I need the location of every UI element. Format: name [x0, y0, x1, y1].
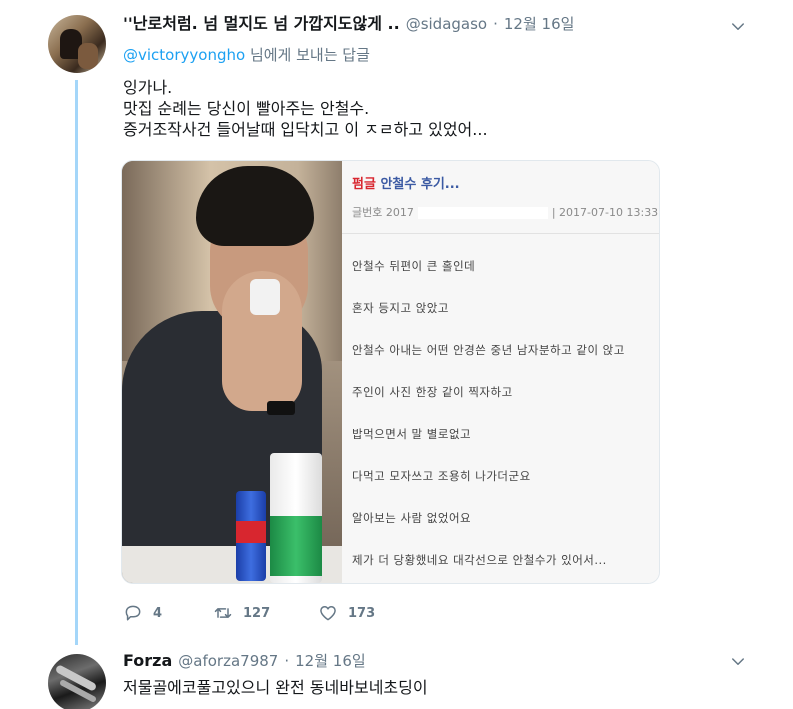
- separator-dot: ·: [493, 15, 498, 33]
- post-line: 알아보는 사람 없었어요: [352, 511, 472, 525]
- tweet-text-line: 잉가나.: [123, 78, 173, 97]
- reply-to-line: @victoryyongho 님에게 보내는 답글: [123, 44, 370, 65]
- photo-can-label: [236, 521, 266, 543]
- chevron-down-icon[interactable]: [729, 653, 747, 671]
- post-meta-suffix: | 2017-07-10 13:33: [551, 206, 659, 219]
- post-line: 주인이 사진 한장 같이 찍자하고: [352, 385, 513, 399]
- screenshot-post: 펌글 안철수 후기... 글번호 2017 | 2017-07-10 13:33 …: [342, 161, 659, 583]
- photo-hair: [196, 166, 314, 246]
- avatar-figure-secondary: [78, 43, 98, 69]
- tweet-header: Forza @aforza7987 · 12월 16일: [123, 650, 366, 671]
- photo-cup-band: [270, 516, 322, 576]
- reply-to-suffix: 님에게 보내는 답글: [245, 46, 370, 64]
- retweet-count: 127: [243, 605, 271, 621]
- like-count: 173: [348, 605, 376, 621]
- reply-icon: [125, 605, 141, 621]
- post-line: 다먹고 모자쓰고 조용히 나가더군요: [352, 469, 531, 483]
- post-divider: [342, 233, 659, 234]
- reply-mention-link[interactable]: @victoryyongho: [123, 46, 245, 64]
- avatar[interactable]: [48, 15, 106, 73]
- display-name[interactable]: ''난로처럼. 넘 멀지도 넘 가깝지도않게 ..: [123, 10, 400, 34]
- post-line: 제가 더 당황했네요 대각선으로 안철수가 있어서...: [352, 553, 607, 567]
- tweet-text: 저물골에코풀고있으니 완전 동네바보네초딩이: [123, 678, 428, 697]
- post-line: 안철수 뒤편이 큰 홀인데: [352, 259, 476, 273]
- tweet-reply[interactable]: Forza @aforza7987 · 12월 16일 저물골에코풀고있으니 완…: [0, 640, 793, 709]
- chevron-down-icon[interactable]: [729, 18, 747, 36]
- post-body: 안철수 뒤편이 큰 홀인데 혼자 등지고 앉았고 안철수 아내는 어떤 안경쓴 …: [352, 258, 625, 583]
- tweet-text-line: 증거조작사건 들어날때 입닥치고 이 ㅈㄹ하고 있었어...: [123, 120, 488, 139]
- tweet-actions: 4 127 173: [123, 603, 408, 623]
- post-meta: 글번호 2017 | 2017-07-10 13:33: [352, 204, 658, 220]
- retweet-button[interactable]: 127: [213, 603, 318, 623]
- post-meta-prefix: 글번호 2017: [352, 206, 414, 219]
- post-title-text: 안철수 후기...: [380, 177, 460, 192]
- tweet-date[interactable]: 12월 16일: [295, 650, 366, 671]
- photo-watch: [267, 401, 295, 415]
- tweet-main[interactable]: ''난로처럼. 넘 멀지도 넘 가깝지도않게 .. @sidagaso · 12…: [0, 0, 793, 645]
- post-title: 펌글 안철수 후기...: [352, 173, 460, 192]
- user-handle[interactable]: @sidagaso: [406, 15, 487, 33]
- tweet-text-line: 맛집 순례는 당신이 빨아주는 안철수.: [123, 99, 370, 118]
- separator-dot: ·: [284, 652, 290, 670]
- user-handle[interactable]: @aforza7987: [178, 652, 278, 670]
- photo-man-with-tissue: [122, 161, 342, 583]
- post-line: 안철수 아내는 어떤 안경쓴 중년 남자분하고 같이 앉고: [352, 343, 625, 357]
- tweet-header: ''난로처럼. 넘 멀지도 넘 가깝지도않게 .. @sidagaso · 12…: [123, 10, 574, 34]
- attached-image[interactable]: 펌글 안철수 후기... 글번호 2017 | 2017-07-10 13:33 …: [121, 160, 660, 584]
- redacted-block: [417, 207, 548, 219]
- post-line: 혼자 등지고 앉았고: [352, 301, 449, 315]
- like-button[interactable]: 173: [318, 603, 408, 623]
- reply-count: 4: [153, 605, 163, 621]
- tweet-text: 잉가나. 맛집 순례는 당신이 빨아주는 안철수. 증거조작사건 들어날때 입닥…: [123, 77, 488, 140]
- thread-line: [75, 80, 78, 645]
- avatar[interactable]: [48, 654, 106, 709]
- post-title-tag: 펌글: [352, 177, 376, 192]
- post-line: 밥먹으면서 말 별로없고: [352, 427, 472, 441]
- photo-tissue: [250, 279, 280, 315]
- display-name[interactable]: Forza: [123, 651, 172, 670]
- reply-button[interactable]: 4: [123, 603, 213, 623]
- retweet-icon: [214, 608, 232, 618]
- heart-icon: [320, 606, 336, 621]
- tweet-date[interactable]: 12월 16일: [504, 13, 575, 34]
